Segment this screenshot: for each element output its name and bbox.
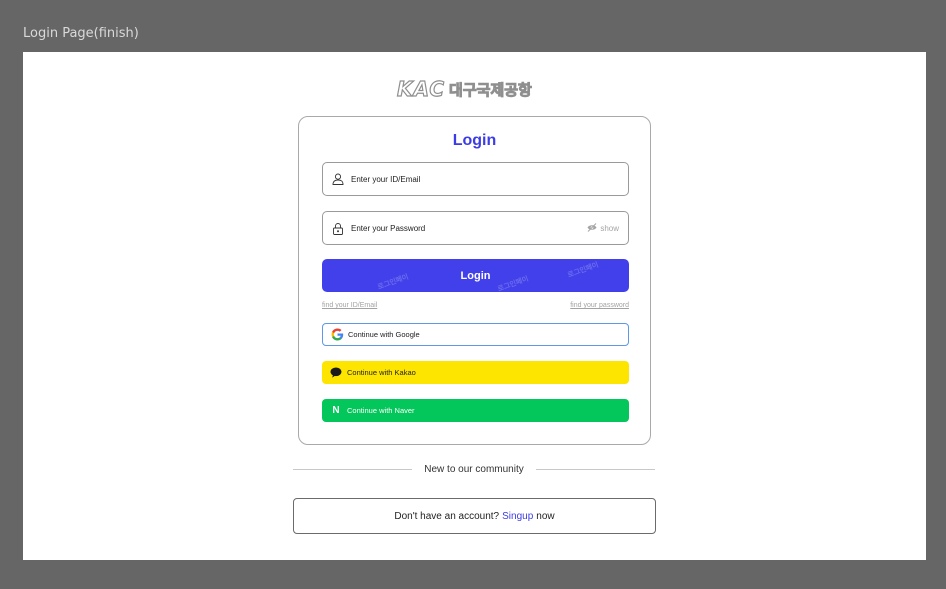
id-email-input[interactable] <box>351 174 628 184</box>
login-button-label: Login <box>460 269 491 282</box>
community-divider-text: New to our community <box>424 464 524 475</box>
login-page-canvas: KAC 대구국제공항 Login show 로그인페이 로그인페이 <box>23 52 926 560</box>
kakao-chat-icon <box>329 366 343 380</box>
frame-title: Login Page(finish) <box>23 26 139 41</box>
signup-suffix: now <box>536 510 555 522</box>
id-email-field[interactable] <box>322 162 629 196</box>
community-divider: New to our community <box>293 464 656 475</box>
kakao-login-button[interactable]: Continue with Kakao <box>322 361 629 384</box>
show-password-label: show <box>600 223 619 233</box>
login-button[interactable]: 로그인페이 로그인페이 로그인페이 Login <box>322 259 629 292</box>
login-title: Login <box>452 132 497 149</box>
lock-icon <box>331 221 345 235</box>
password-field[interactable]: show <box>322 211 629 245</box>
logo-text: 대구국제공항 <box>449 80 533 99</box>
naver-n-icon: N <box>332 405 340 416</box>
google-icon <box>330 328 344 342</box>
google-login-label: Continue with Google <box>348 330 420 339</box>
login-button-watermark: 로그인페이 <box>496 275 530 292</box>
divider-line-right <box>535 469 656 470</box>
user-icon <box>331 172 345 186</box>
find-password-link[interactable]: find your password <box>570 302 629 309</box>
signup-prefix: Don't have an account? <box>394 510 500 522</box>
naver-login-label: Continue with Naver <box>347 406 415 415</box>
logo-mark: KAC <box>396 76 446 101</box>
signup-link[interactable]: Singup <box>502 511 533 522</box>
login-button-watermark: 로그인페이 <box>376 273 410 292</box>
password-input[interactable] <box>351 223 588 233</box>
recovery-links: find your ID/Email find your password <box>322 302 629 309</box>
show-password-toggle[interactable]: show <box>587 222 619 234</box>
kakao-login-label: Continue with Kakao <box>347 368 416 377</box>
login-card: Login show 로그인페이 로그인페이 로그인페이 Login <box>298 116 651 445</box>
find-id-link[interactable]: find your ID/Email <box>322 302 377 309</box>
naver-login-button[interactable]: N Continue with Naver <box>322 399 629 422</box>
divider-line-left <box>293 469 413 470</box>
signup-box: Don't have an account? Singup now <box>293 498 656 534</box>
eye-off-icon <box>587 222 597 234</box>
login-button-watermark: 로그인페이 <box>566 261 600 280</box>
airport-logo: KAC 대구국제공항 <box>396 76 553 101</box>
google-login-button[interactable]: Continue with Google <box>322 323 629 346</box>
